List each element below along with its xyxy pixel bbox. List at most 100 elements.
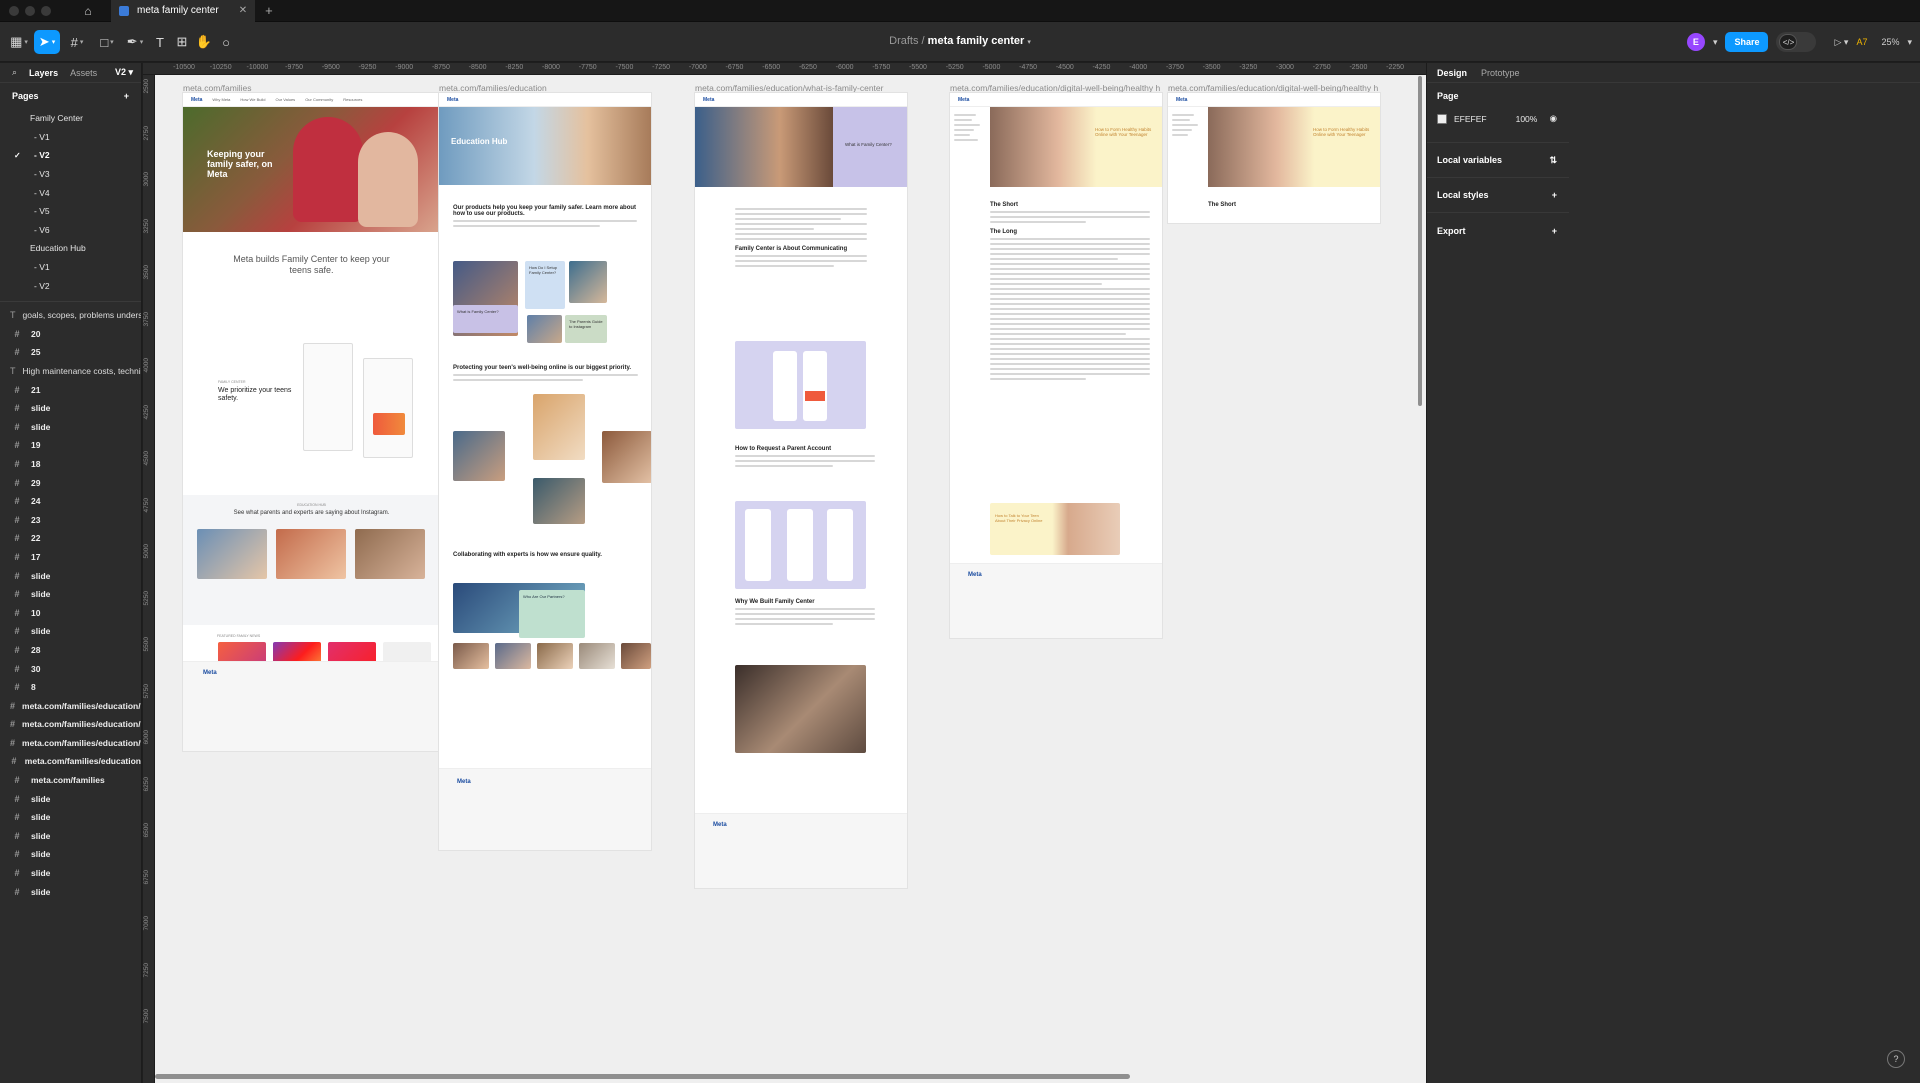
canvas[interactable]: meta.com/families Meta Why Meta How We B… [155, 75, 1426, 1083]
fill-swatch[interactable] [1437, 113, 1447, 124]
present-icon[interactable]: ▷ ▾ [1834, 37, 1848, 48]
card-title[interactable]: How Do I Setup Family Center? [525, 261, 565, 309]
layer-item[interactable]: #8 [0, 678, 141, 697]
avatar[interactable]: E [1686, 33, 1705, 51]
layer-item[interactable]: #10 [0, 603, 141, 622]
page-item[interactable]: ✓ - V2 [0, 146, 141, 165]
layer-item[interactable]: # meta.com/families [0, 771, 141, 790]
page-item[interactable]: - V5 [0, 202, 141, 221]
layer-item[interactable]: # slide [0, 845, 141, 864]
card-title[interactable]: What is Family Center? [453, 305, 518, 333]
tab-assets[interactable]: Assets [70, 68, 97, 78]
layer-item[interactable]: #18 [0, 455, 141, 474]
page-item[interactable]: - V2 [0, 276, 141, 295]
layer-item[interactable]: # slide [0, 566, 141, 585]
frame-healthy-habits[interactable]: Meta How to Form Healthy Habits Online w… [950, 93, 1162, 638]
move-tool-icon[interactable]: ➤ ▾ [34, 30, 60, 54]
variables-icon[interactable]: ⇅ [1549, 155, 1557, 166]
layer-item[interactable]: #23 [0, 510, 141, 529]
add-export-icon[interactable]: + [1552, 226, 1557, 236]
frame-what-is-family-center[interactable]: Meta What is Family Center? Family Cente… [695, 93, 907, 888]
horizontal-scrollbar[interactable] [155, 1074, 1130, 1079]
text-tool-icon[interactable]: T [150, 30, 170, 54]
page-item[interactable]: - V3 [0, 165, 141, 184]
layer-item[interactable]: T High maintenance costs, technical... [0, 362, 141, 381]
file-name[interactable]: meta family center [928, 35, 1025, 47]
layer-item[interactable]: Tgoals, scopes, problems understa... [0, 306, 141, 325]
eye-icon[interactable]: ◉ [1550, 113, 1557, 124]
comment-tool-icon[interactable]: ○ [216, 30, 236, 54]
hand-tool-icon[interactable]: ✋ [194, 30, 214, 54]
window-controls[interactable] [9, 5, 51, 16]
layer-item[interactable]: #28 [0, 641, 141, 660]
layer-item[interactable]: # slide [0, 418, 141, 437]
layer-item[interactable]: # slide [0, 789, 141, 808]
layer-item[interactable]: #21 [0, 380, 141, 399]
layer-item[interactable]: #20 [0, 325, 141, 344]
next-article-card[interactable]: How to Talk to Your Teen About Their Pri… [990, 503, 1120, 555]
layer-item[interactable]: # slide [0, 808, 141, 827]
zoom-level[interactable]: 25% [1881, 37, 1899, 47]
new-tab-button[interactable]: + [265, 3, 273, 18]
pen-tool-icon[interactable]: ✒ ▾ [122, 30, 148, 54]
page-fill-row[interactable]: EFEFEF 100% ◉ [1437, 113, 1557, 124]
layer-item[interactable]: #24 [0, 492, 141, 511]
resources-icon[interactable]: ⊞ [172, 30, 192, 54]
tab-design[interactable]: Design [1437, 68, 1467, 78]
layer-item[interactable]: # meta.com/families/education/digi... [0, 696, 141, 715]
local-styles-section[interactable]: Local styles + [1427, 178, 1569, 213]
layer-item[interactable]: # meta.com/families/education/wh... [0, 734, 141, 753]
layer-item[interactable]: # meta.com/families/education/digi... [0, 715, 141, 734]
layer-item[interactable]: #19 [0, 436, 141, 455]
ai-badge[interactable]: A7 [1856, 37, 1867, 47]
layer-item[interactable]: # slide [0, 585, 141, 604]
vertical-scrollbar[interactable] [1418, 76, 1422, 406]
frame-families[interactable]: Meta Why Meta How We Build Our Values Ou… [183, 93, 440, 751]
add-page-icon[interactable]: + [124, 91, 129, 101]
frame-label[interactable]: meta.com/families/education/digital-well… [950, 83, 1160, 93]
chevron-down-icon[interactable]: ▾ [1027, 39, 1031, 46]
card-title[interactable]: The Parents Guide to Instagram [565, 315, 607, 343]
file-tab[interactable]: meta family center ✕ [111, 0, 256, 22]
card-title[interactable]: Who Are Our Partners? [519, 590, 585, 638]
frame-healthy-habits-copy[interactable]: Meta How to Form Healthy Habits Online w… [1168, 93, 1380, 223]
layer-item[interactable]: # meta.com/families/education [0, 752, 141, 771]
drafts-link[interactable]: Drafts [889, 35, 918, 47]
fill-hex[interactable]: EFEFEF [1454, 114, 1487, 124]
page-item[interactable]: Education Hub [0, 239, 141, 258]
fill-opacity[interactable]: 100% [1516, 114, 1538, 124]
version-selector[interactable]: V2 ▾ [115, 67, 133, 78]
search-icon[interactable]: ⌕ [12, 67, 17, 78]
layer-item[interactable]: #25 [0, 343, 141, 362]
frame-label[interactable]: meta.com/families [183, 83, 413, 93]
page-item[interactable]: - V1 [0, 128, 141, 147]
layer-item[interactable]: # slide [0, 827, 141, 846]
layer-item[interactable]: # slide [0, 399, 141, 418]
layer-item[interactable]: #30 [0, 659, 141, 678]
add-style-icon[interactable]: + [1552, 190, 1557, 200]
page-item[interactable]: Family Center [0, 109, 141, 128]
layer-item[interactable]: # slide [0, 622, 141, 641]
help-button[interactable]: ? [1887, 1050, 1905, 1068]
page-item[interactable]: - V6 [0, 221, 141, 240]
tab-layers[interactable]: Layers [29, 68, 58, 78]
page-item[interactable]: - V4 [0, 183, 141, 202]
dev-mode-toggle[interactable]: </> [1776, 32, 1817, 52]
shape-tool-icon[interactable]: □ ▾ [94, 30, 120, 54]
share-button[interactable]: Share [1725, 32, 1769, 52]
layer-item[interactable]: #17 [0, 548, 141, 567]
tab-prototype[interactable]: Prototype [1481, 68, 1520, 78]
main-menu-icon[interactable]: ▦ ▾ [8, 30, 30, 54]
close-tab-icon[interactable]: ✕ [239, 5, 247, 16]
frame-label[interactable]: meta.com/families/education/digital-well… [1168, 83, 1378, 93]
export-section[interactable]: Export + [1427, 213, 1569, 248]
page-item[interactable]: - V1 [0, 258, 141, 277]
frame-label[interactable]: meta.com/families/education/what-is-fami… [695, 83, 925, 93]
chevron-down-icon[interactable]: ▾ [1907, 37, 1912, 48]
layer-item[interactable]: #29 [0, 473, 141, 492]
chevron-down-icon[interactable]: ▾ [1713, 37, 1718, 48]
frame-label[interactable]: meta.com/families/education [439, 83, 669, 93]
frame-tool-icon[interactable]: # ▾ [64, 30, 90, 54]
local-variables-section[interactable]: Local variables ⇅ [1427, 143, 1569, 178]
frame-education[interactable]: Meta Education Hub Our products help you… [439, 93, 651, 850]
